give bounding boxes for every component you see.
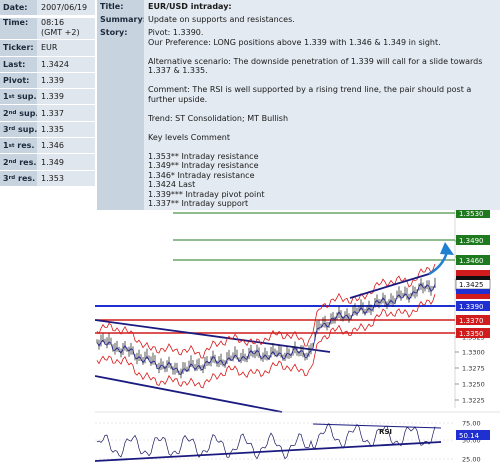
level-value: 1.337 xyxy=(37,105,95,121)
level-tag-box xyxy=(456,294,490,299)
date-value: 2007/06/19 xyxy=(37,0,95,16)
level-label: 1st res. xyxy=(0,138,37,154)
story-alternative: Alternative scenario: The downside penet… xyxy=(148,56,483,76)
level-value: 1.349 xyxy=(37,154,95,170)
level-tag-label: 1.3490 xyxy=(459,237,484,245)
level-row: 3rd res. 1.353 xyxy=(0,170,95,187)
key-level-item: 1.346* Intraday resistance xyxy=(148,170,255,180)
key-level-item: 1.337** Intraday support xyxy=(148,199,249,208)
level-tag-label: 1.3350 xyxy=(459,330,484,338)
price-tick-label: 1.3225 xyxy=(462,397,485,405)
level-label: 1st sup. xyxy=(0,89,37,105)
level-label: 3rd res. xyxy=(0,170,37,186)
rsi-value-tag: 50.14 xyxy=(456,430,490,440)
key-level-item: 1.339*** Intraday pivot point xyxy=(148,189,265,199)
rsi-tag-label: 50.14 xyxy=(459,432,480,440)
level-tag-box xyxy=(456,289,490,294)
price-tick-label: 1.3275 xyxy=(462,365,485,373)
level-tag-label: 1.3425 xyxy=(459,281,484,289)
level-tag-label: 1.3530 xyxy=(459,210,484,218)
ticker-label: Ticker: xyxy=(0,40,37,56)
level-row: 1st res. 1.346 xyxy=(0,138,95,155)
report-panel: Title: EUR/USD intraday: Summary: Update… xyxy=(97,0,500,218)
key-level-item: 1.353** Intraday resistance xyxy=(148,151,259,161)
time-clock: 08:16 xyxy=(41,18,65,28)
story-preference: Our Preference: LONG positions above 1.3… xyxy=(148,37,441,47)
time-row: Time: 08:16 (GMT +2) xyxy=(0,16,95,41)
quote-info-panel: Date: 2007/06/19 Time: 08:16 (GMT +2) Tic… xyxy=(0,0,95,187)
date-row: Date: 2007/06/19 xyxy=(0,0,95,17)
story-pivot: Pivot: 1.3390. xyxy=(148,28,204,37)
story-label: Story: xyxy=(97,26,144,212)
pivot-row: Pivot: 1.339 xyxy=(0,72,95,90)
price-chart: 1.34751.34501.34001.33751.33251.33001.32… xyxy=(94,208,500,466)
price-tick-label: 1.3300 xyxy=(462,349,485,357)
level-label: 3rd sup. xyxy=(0,121,37,138)
story-trend: Trend: ST Consolidation; MT Bullish xyxy=(148,113,289,123)
last-value: 1.3424 xyxy=(37,56,95,72)
level-label: 2nd sup. xyxy=(0,105,38,121)
pivot-value: 1.339 xyxy=(37,72,95,89)
ticker-row: Ticker: EUR xyxy=(0,40,95,57)
level-row: 2nd res. 1.349 xyxy=(0,154,95,171)
level-tag-label: 1.3390 xyxy=(459,303,484,311)
level-label: 2nd res. xyxy=(0,154,37,170)
last-row: Last: 1.3424 xyxy=(0,56,95,73)
key-level-item: 1.3424 Last xyxy=(148,180,196,189)
rsi-axis-ticks: 75.0050.0025.00 xyxy=(462,420,481,464)
level-value: 1.339 xyxy=(37,89,95,105)
key-level-item: 1.349** Intraday resistance xyxy=(148,161,259,170)
level-tag-label: 1.3460 xyxy=(459,257,484,265)
level-tag-box xyxy=(456,270,490,276)
level-row: 3rd sup. 1.335 xyxy=(0,121,95,139)
summary-text: Update on supports and resistances. xyxy=(144,13,500,26)
level-row: 2nd sup. 1.337 xyxy=(0,105,95,122)
pivot-label: Pivot: xyxy=(0,72,37,89)
last-label: Last: xyxy=(0,56,37,72)
title-row: Title: EUR/USD intraday: xyxy=(97,0,500,13)
price-tick-label: 1.3250 xyxy=(462,381,485,389)
date-label: Date: xyxy=(0,0,37,16)
level-value: 1.353 xyxy=(37,170,95,186)
title-label: Title: xyxy=(97,0,144,13)
level-tag-label: 1.3370 xyxy=(459,317,484,325)
summary-label: Summary: xyxy=(97,13,146,26)
story-row: Story: Pivot: 1.3390. Our Preference: LO… xyxy=(97,26,500,218)
key-levels-heading: Key levels Comment xyxy=(148,132,230,142)
rsi-label: RSI xyxy=(379,428,392,436)
level-tag-box xyxy=(456,276,490,280)
rsi-tick-label: 75.00 xyxy=(462,420,481,428)
summary-row: Summary: Update on supports and resistan… xyxy=(97,13,500,26)
rsi-tick-label: 25.00 xyxy=(462,456,481,464)
level-value: 1.335 xyxy=(37,121,95,138)
chart-canvas: 1.34751.34501.34001.33751.33251.33001.32… xyxy=(94,208,500,466)
level-row: 1st sup. 1.339 xyxy=(0,89,95,106)
level-value: 1.346 xyxy=(37,138,95,154)
ticker-value: EUR xyxy=(37,40,95,56)
time-label: Time: xyxy=(0,18,37,40)
report-title: EUR/USD intraday: xyxy=(144,0,500,13)
story-comment: Comment: The RSI is well supported by a … xyxy=(148,85,472,104)
story-text: Pivot: 1.3390. Our Preference: LONG posi… xyxy=(144,26,500,218)
time-value: 08:16 (GMT +2) xyxy=(37,18,95,40)
time-zone: (GMT +2) xyxy=(41,28,80,38)
